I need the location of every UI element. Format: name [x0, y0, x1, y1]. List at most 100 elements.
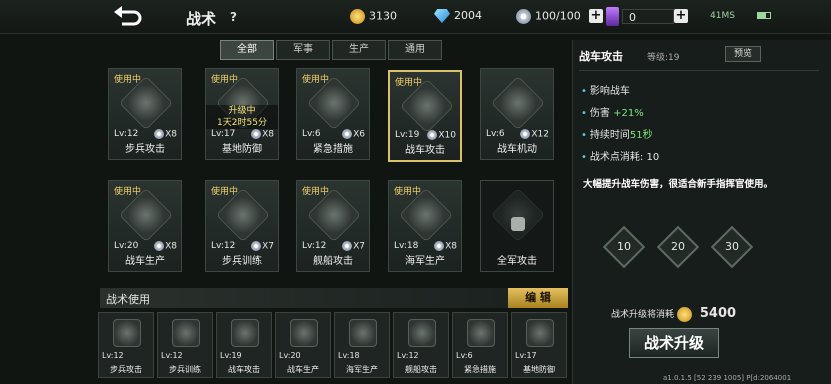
- tactic-card-infantry-training[interactable]: 使用中 Lv:12 X7 步兵训练: [205, 180, 279, 272]
- tactic-level: Lv:12: [302, 241, 327, 251]
- tactic-upgrade-button[interactable]: 战术升级: [629, 328, 719, 358]
- tab-production[interactable]: 生产: [332, 40, 386, 60]
- infantry-training-icon: [172, 319, 200, 347]
- tactic-level: Lv:18: [394, 241, 419, 251]
- tactic-card-base-defense[interactable]: 使用中 升级中 1天2时55分 Lv:17 X8 基地防御: [205, 68, 279, 160]
- tactic-level: Lv:6: [302, 129, 321, 139]
- tactic-card-tank-production[interactable]: 使用中 Lv:20 X8 战车生产: [108, 180, 182, 272]
- slot-level: Lv:12: [161, 351, 183, 360]
- tactic-cost: X10: [427, 129, 456, 140]
- level-10-label: 10: [617, 240, 631, 253]
- diamond-value: 2004: [454, 9, 482, 22]
- tactic-card-emergency[interactable]: 使用中 Lv:6 X6 紧急措施: [296, 68, 370, 160]
- effect-duration: • 持续时间51秒: [581, 130, 653, 141]
- slot-name: 舰船攻击: [405, 365, 437, 374]
- add-medal-button[interactable]: +: [674, 9, 688, 23]
- tactic-name: 全军攻击: [497, 256, 537, 267]
- tactic-level: Lv:19: [395, 130, 420, 140]
- preview-button[interactable]: 预览: [725, 46, 761, 62]
- tactic-card-navy-production[interactable]: 使用中 Lv:18 X8 海军生产: [388, 180, 462, 272]
- slot-level: Lv:12: [102, 351, 124, 360]
- tab-general[interactable]: 通用: [388, 40, 442, 60]
- tactic-cost: X8: [154, 240, 177, 251]
- filter-tabs: 全部 军事 生产 通用: [220, 40, 444, 60]
- slot-item[interactable]: Lv:18 海军生产: [334, 312, 390, 378]
- gear-icon: [251, 240, 262, 251]
- upgrade-timer: 1天2时55分: [217, 118, 267, 128]
- tactic-level: Lv:17: [211, 129, 236, 139]
- effect-value: 10: [646, 152, 660, 163]
- level-10-button[interactable]: 10: [602, 225, 646, 269]
- tactic-cost: X8: [251, 128, 274, 139]
- tactic-card-ship-attack[interactable]: 使用中 Lv:12 X7 舰船攻击: [296, 180, 370, 272]
- tactic-cost: X8: [154, 128, 177, 139]
- parts-value: 100/100: [535, 9, 581, 23]
- tactic-count: X8: [262, 129, 274, 139]
- effect-label: 伤害: [589, 108, 610, 119]
- slot-level: Lv:20: [279, 351, 301, 360]
- slot-level: Lv:17: [515, 351, 537, 360]
- level-20-label: 20: [671, 240, 685, 253]
- tactic-card-tank-attack[interactable]: 使用中 Lv:19 X10 战车攻击: [388, 70, 462, 162]
- battery-icon: [757, 12, 771, 19]
- tactic-cost: X7: [342, 240, 365, 251]
- page-title: 战术: [186, 10, 217, 28]
- level-30-button[interactable]: 30: [710, 225, 754, 269]
- slot-item[interactable]: Lv:20 战车生产: [275, 312, 331, 378]
- parts-resource: 100/100: [516, 9, 581, 24]
- emergency-icon: [467, 319, 495, 347]
- slot-item[interactable]: Lv:19 战车攻击: [216, 312, 272, 378]
- slot-name: 战车生产: [287, 365, 319, 374]
- tactic-cost: X8: [434, 240, 457, 251]
- tank-production-icon: [290, 319, 318, 347]
- add-parts-button[interactable]: +: [589, 9, 603, 23]
- gold-value: 3130: [369, 9, 397, 23]
- gold-coin-icon: [350, 9, 365, 24]
- gear-icon: [251, 128, 262, 139]
- effect-value: 51秒: [629, 130, 653, 141]
- tactic-cost: X12: [520, 128, 549, 139]
- slot-name: 战车攻击: [228, 365, 260, 374]
- upgrading-label: 升级中: [228, 106, 256, 116]
- tab-all[interactable]: 全部: [220, 40, 274, 60]
- edit-button[interactable]: 编 辑: [508, 288, 568, 308]
- medal-icon: [606, 7, 619, 26]
- cost-label: 战术升级将消耗: [611, 310, 675, 320]
- upgrading-overlay: 升级中 1天2时55分: [206, 105, 278, 129]
- tactic-level: Lv:12: [114, 129, 139, 139]
- help-icon[interactable]: ?: [230, 10, 237, 24]
- slot-item[interactable]: Lv:17 基地防御: [511, 312, 567, 378]
- upgrade-cost: 战术升级将消耗 5400: [611, 306, 736, 322]
- tactic-name: 战车攻击: [405, 145, 445, 156]
- top-bar: 战术 ? 3130 2004 100/100 + 0 + 41MS: [0, 0, 831, 34]
- tab-military[interactable]: 军事: [276, 40, 330, 60]
- infantry-attack-icon: [113, 319, 141, 347]
- tank-attack-icon: [231, 319, 259, 347]
- level-30-label: 30: [725, 240, 739, 253]
- effect-target: • 影响战车: [581, 86, 630, 97]
- tactic-count: X12: [531, 129, 549, 139]
- gear-icon: [520, 128, 531, 139]
- tactic-cost: X7: [251, 240, 274, 251]
- ping-status: 41MS: [710, 11, 735, 21]
- level-20-button[interactable]: 20: [656, 225, 700, 269]
- gear-icon: [516, 9, 531, 24]
- slot-item[interactable]: Lv:12 步兵攻击: [98, 312, 154, 378]
- tactics-grid: 使用中 Lv:12 X8 步兵攻击 使用中 升级中 1天2时55分 Lv:17 X…: [108, 68, 568, 278]
- slot-name: 步兵攻击: [110, 365, 142, 374]
- gold-coin-icon: [676, 307, 692, 322]
- tactic-card-tank-mobility[interactable]: Lv:6 X12 战车机动: [480, 68, 554, 160]
- slot-item[interactable]: Lv:6 紧急措施: [452, 312, 508, 378]
- back-icon[interactable]: [112, 6, 144, 28]
- tactic-count: X8: [165, 129, 177, 139]
- effect-cost: • 战术点消耗: 10: [581, 152, 660, 163]
- tactic-count: X7: [353, 241, 365, 251]
- slot-item[interactable]: Lv:12 舰船攻击: [393, 312, 449, 378]
- slot-item[interactable]: Lv:12 步兵训练: [157, 312, 213, 378]
- tactic-count: X8: [165, 241, 177, 251]
- slot-name: 紧急措施: [464, 365, 496, 374]
- tactic-card-infantry-attack[interactable]: 使用中 Lv:12 X8 步兵攻击: [108, 68, 182, 160]
- tactics-usage-bar: 战术使用: [100, 288, 568, 308]
- tactic-card-all-army-attack[interactable]: 全军攻击: [480, 180, 554, 272]
- tactic-name: 步兵训练: [222, 256, 262, 267]
